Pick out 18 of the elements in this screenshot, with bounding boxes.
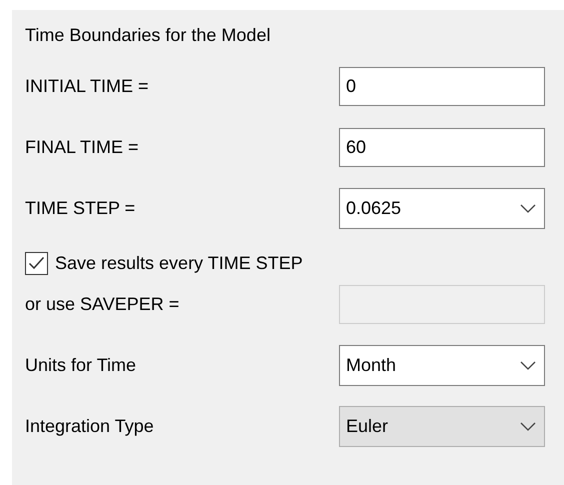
- field-label: INITIAL TIME =: [25, 76, 149, 97]
- input-field[interactable]: 60: [339, 128, 545, 167]
- input-field[interactable]: 0: [339, 67, 545, 106]
- chevron-down-icon: [520, 422, 536, 431]
- field-label: Integration Type: [25, 416, 154, 437]
- panel-title: Time Boundaries for the Model: [25, 24, 270, 47]
- checkbox[interactable]: [25, 252, 48, 274]
- field-label: Units for Time: [25, 355, 136, 376]
- field-label: or use SAVEPER =: [25, 294, 180, 315]
- field-label: FINAL TIME =: [25, 137, 139, 158]
- dropdown-field[interactable]: Month: [339, 345, 545, 386]
- field-label: TIME STEP =: [25, 198, 136, 219]
- dropdown-field[interactable]: Euler: [339, 406, 545, 447]
- chevron-down-icon: [520, 204, 536, 213]
- dropdown-field[interactable]: 0.0625: [339, 188, 545, 229]
- chevron-down-icon: [520, 361, 536, 370]
- checkmark-icon: [28, 256, 45, 270]
- save-checkbox[interactable]: Save results every TIME STEP: [25, 252, 303, 274]
